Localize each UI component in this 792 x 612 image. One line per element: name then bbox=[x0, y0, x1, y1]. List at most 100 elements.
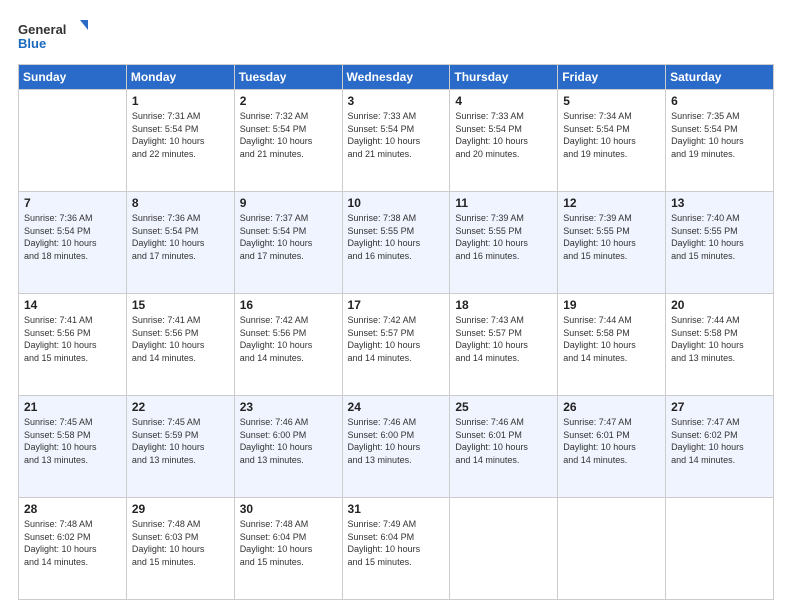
week-row-1: 1 Sunrise: 7:31 AM Sunset: 5:54 PM Daylig… bbox=[19, 90, 774, 192]
day-info: Sunrise: 7:33 AM Sunset: 5:54 PM Dayligh… bbox=[348, 110, 445, 160]
logo: General Blue bbox=[18, 18, 88, 56]
day-number: 22 bbox=[132, 400, 229, 414]
day-number: 29 bbox=[132, 502, 229, 516]
day-number: 26 bbox=[563, 400, 660, 414]
calendar-cell: 1 Sunrise: 7:31 AM Sunset: 5:54 PM Daylig… bbox=[126, 90, 234, 192]
day-info: Sunrise: 7:36 AM Sunset: 5:54 PM Dayligh… bbox=[24, 212, 121, 262]
calendar-cell: 7 Sunrise: 7:36 AM Sunset: 5:54 PM Daylig… bbox=[19, 192, 127, 294]
calendar-cell: 17 Sunrise: 7:42 AM Sunset: 5:57 PM Dayli… bbox=[342, 294, 450, 396]
day-info: Sunrise: 7:38 AM Sunset: 5:55 PM Dayligh… bbox=[348, 212, 445, 262]
day-number: 10 bbox=[348, 196, 445, 210]
week-row-2: 7 Sunrise: 7:36 AM Sunset: 5:54 PM Daylig… bbox=[19, 192, 774, 294]
day-number: 21 bbox=[24, 400, 121, 414]
day-number: 15 bbox=[132, 298, 229, 312]
day-info: Sunrise: 7:42 AM Sunset: 5:56 PM Dayligh… bbox=[240, 314, 337, 364]
calendar-cell: 3Sunrise: 7:33 AM Sunset: 5:54 PM Daylig… bbox=[342, 90, 450, 192]
calendar-cell: 28 Sunrise: 7:48 AM Sunset: 6:02 PM Dayli… bbox=[19, 498, 127, 600]
weekday-thursday: Thursday bbox=[450, 65, 558, 90]
day-info: Sunrise: 7:46 AM Sunset: 6:00 PM Dayligh… bbox=[240, 416, 337, 466]
calendar-cell: 2Sunrise: 7:32 AM Sunset: 5:54 PM Daylig… bbox=[234, 90, 342, 192]
calendar-cell: 24Sunrise: 7:46 AM Sunset: 6:00 PM Dayli… bbox=[342, 396, 450, 498]
calendar-table: SundayMondayTuesdayWednesdayThursdayFrid… bbox=[18, 64, 774, 600]
day-number: 28 bbox=[24, 502, 121, 516]
weekday-sunday: Sunday bbox=[19, 65, 127, 90]
svg-text:General: General bbox=[18, 22, 66, 37]
calendar-cell bbox=[666, 498, 774, 600]
day-info: Sunrise: 7:47 AM Sunset: 6:01 PM Dayligh… bbox=[563, 416, 660, 466]
calendar-cell: 15 Sunrise: 7:41 AM Sunset: 5:56 PM Dayli… bbox=[126, 294, 234, 396]
calendar-cell: 13Sunrise: 7:40 AM Sunset: 5:55 PM Dayli… bbox=[666, 192, 774, 294]
calendar-cell: 20 Sunrise: 7:44 AM Sunset: 5:58 PM Dayli… bbox=[666, 294, 774, 396]
calendar-cell: 22 Sunrise: 7:45 AM Sunset: 5:59 PM Dayli… bbox=[126, 396, 234, 498]
calendar-cell: 4 Sunrise: 7:33 AM Sunset: 5:54 PM Daylig… bbox=[450, 90, 558, 192]
day-number: 25 bbox=[455, 400, 552, 414]
logo-svg: General Blue bbox=[18, 18, 88, 56]
day-number: 7 bbox=[24, 196, 121, 210]
day-info: Sunrise: 7:48 AM Sunset: 6:02 PM Dayligh… bbox=[24, 518, 121, 568]
calendar-cell bbox=[450, 498, 558, 600]
weekday-saturday: Saturday bbox=[666, 65, 774, 90]
calendar-cell: 27Sunrise: 7:47 AM Sunset: 6:02 PM Dayli… bbox=[666, 396, 774, 498]
day-info: Sunrise: 7:41 AM Sunset: 5:56 PM Dayligh… bbox=[24, 314, 121, 364]
day-number: 14 bbox=[24, 298, 121, 312]
day-info: Sunrise: 7:45 AM Sunset: 5:58 PM Dayligh… bbox=[24, 416, 121, 466]
day-info: Sunrise: 7:33 AM Sunset: 5:54 PM Dayligh… bbox=[455, 110, 552, 160]
day-info: Sunrise: 7:31 AM Sunset: 5:54 PM Dayligh… bbox=[132, 110, 229, 160]
calendar-cell: 11Sunrise: 7:39 AM Sunset: 5:55 PM Dayli… bbox=[450, 192, 558, 294]
day-info: Sunrise: 7:39 AM Sunset: 5:55 PM Dayligh… bbox=[455, 212, 552, 262]
weekday-header-row: SundayMondayTuesdayWednesdayThursdayFrid… bbox=[19, 65, 774, 90]
day-info: Sunrise: 7:37 AM Sunset: 5:54 PM Dayligh… bbox=[240, 212, 337, 262]
weekday-wednesday: Wednesday bbox=[342, 65, 450, 90]
svg-text:Blue: Blue bbox=[18, 36, 46, 51]
weekday-tuesday: Tuesday bbox=[234, 65, 342, 90]
header: General Blue bbox=[18, 18, 774, 56]
calendar-cell: 5 Sunrise: 7:34 AM Sunset: 5:54 PM Daylig… bbox=[558, 90, 666, 192]
day-info: Sunrise: 7:43 AM Sunset: 5:57 PM Dayligh… bbox=[455, 314, 552, 364]
calendar-cell: 31 Sunrise: 7:49 AM Sunset: 6:04 PM Dayli… bbox=[342, 498, 450, 600]
day-number: 4 bbox=[455, 94, 552, 108]
calendar-cell: 16 Sunrise: 7:42 AM Sunset: 5:56 PM Dayli… bbox=[234, 294, 342, 396]
calendar-cell: 10 Sunrise: 7:38 AM Sunset: 5:55 PM Dayli… bbox=[342, 192, 450, 294]
day-number: 17 bbox=[348, 298, 445, 312]
page: General Blue SundayMondayTuesdayWednesda… bbox=[0, 0, 792, 612]
day-number: 31 bbox=[348, 502, 445, 516]
week-row-5: 28 Sunrise: 7:48 AM Sunset: 6:02 PM Dayli… bbox=[19, 498, 774, 600]
day-info: Sunrise: 7:48 AM Sunset: 6:03 PM Dayligh… bbox=[132, 518, 229, 568]
day-number: 20 bbox=[671, 298, 768, 312]
weekday-friday: Friday bbox=[558, 65, 666, 90]
day-info: Sunrise: 7:36 AM Sunset: 5:54 PM Dayligh… bbox=[132, 212, 229, 262]
calendar-cell: 14 Sunrise: 7:41 AM Sunset: 5:56 PM Dayli… bbox=[19, 294, 127, 396]
calendar-cell: 25Sunrise: 7:46 AM Sunset: 6:01 PM Dayli… bbox=[450, 396, 558, 498]
calendar-cell: 26 Sunrise: 7:47 AM Sunset: 6:01 PM Dayli… bbox=[558, 396, 666, 498]
day-number: 1 bbox=[132, 94, 229, 108]
day-number: 9 bbox=[240, 196, 337, 210]
day-info: Sunrise: 7:47 AM Sunset: 6:02 PM Dayligh… bbox=[671, 416, 768, 466]
day-info: Sunrise: 7:46 AM Sunset: 6:00 PM Dayligh… bbox=[348, 416, 445, 466]
week-row-3: 14 Sunrise: 7:41 AM Sunset: 5:56 PM Dayli… bbox=[19, 294, 774, 396]
day-info: Sunrise: 7:35 AM Sunset: 5:54 PM Dayligh… bbox=[671, 110, 768, 160]
day-info: Sunrise: 7:45 AM Sunset: 5:59 PM Dayligh… bbox=[132, 416, 229, 466]
day-number: 30 bbox=[240, 502, 337, 516]
calendar-cell: 9 Sunrise: 7:37 AM Sunset: 5:54 PM Daylig… bbox=[234, 192, 342, 294]
calendar-cell: 21 Sunrise: 7:45 AM Sunset: 5:58 PM Dayli… bbox=[19, 396, 127, 498]
day-info: Sunrise: 7:44 AM Sunset: 5:58 PM Dayligh… bbox=[563, 314, 660, 364]
calendar-cell: 12Sunrise: 7:39 AM Sunset: 5:55 PM Dayli… bbox=[558, 192, 666, 294]
weekday-monday: Monday bbox=[126, 65, 234, 90]
day-number: 16 bbox=[240, 298, 337, 312]
day-info: Sunrise: 7:34 AM Sunset: 5:54 PM Dayligh… bbox=[563, 110, 660, 160]
day-number: 13 bbox=[671, 196, 768, 210]
week-row-4: 21 Sunrise: 7:45 AM Sunset: 5:58 PM Dayli… bbox=[19, 396, 774, 498]
day-info: Sunrise: 7:39 AM Sunset: 5:55 PM Dayligh… bbox=[563, 212, 660, 262]
day-info: Sunrise: 7:41 AM Sunset: 5:56 PM Dayligh… bbox=[132, 314, 229, 364]
day-info: Sunrise: 7:49 AM Sunset: 6:04 PM Dayligh… bbox=[348, 518, 445, 568]
day-info: Sunrise: 7:42 AM Sunset: 5:57 PM Dayligh… bbox=[348, 314, 445, 364]
calendar-cell bbox=[558, 498, 666, 600]
day-number: 18 bbox=[455, 298, 552, 312]
day-number: 5 bbox=[563, 94, 660, 108]
day-number: 19 bbox=[563, 298, 660, 312]
calendar-cell: 29 Sunrise: 7:48 AM Sunset: 6:03 PM Dayli… bbox=[126, 498, 234, 600]
day-number: 6 bbox=[671, 94, 768, 108]
calendar-cell: 30Sunrise: 7:48 AM Sunset: 6:04 PM Dayli… bbox=[234, 498, 342, 600]
calendar-cell: 23Sunrise: 7:46 AM Sunset: 6:00 PM Dayli… bbox=[234, 396, 342, 498]
day-info: Sunrise: 7:44 AM Sunset: 5:58 PM Dayligh… bbox=[671, 314, 768, 364]
